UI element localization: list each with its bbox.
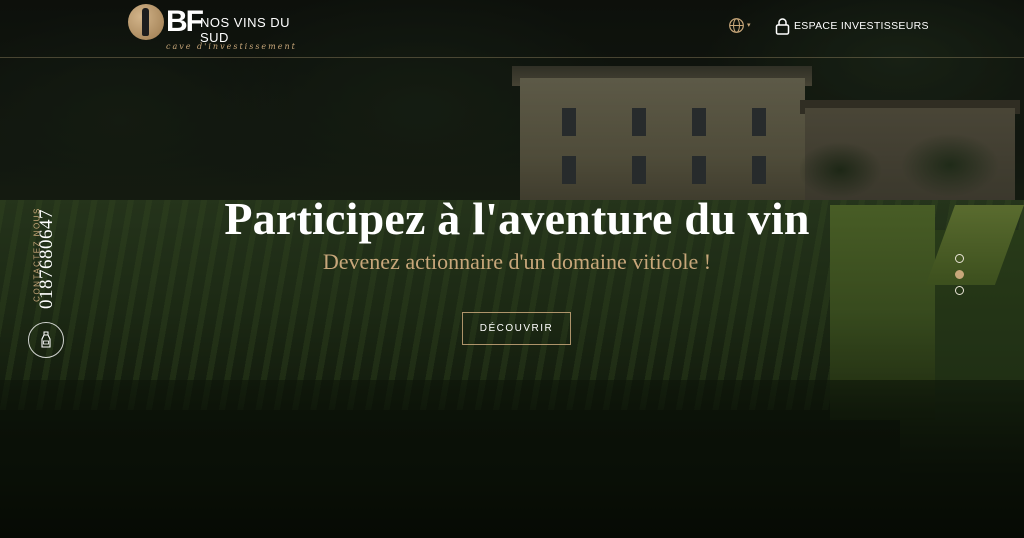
- discover-button[interactable]: DÉCOUVRIR: [462, 312, 571, 345]
- language-selector[interactable]: ▾: [728, 16, 756, 36]
- slider-dot-3[interactable]: [955, 286, 964, 295]
- wine-bottle-icon: [41, 331, 51, 348]
- logo-initials: BF: [166, 5, 204, 38]
- globe-icon: [729, 18, 744, 33]
- contact-rail: CONTACTEZ NOUS 0187680647: [22, 200, 62, 315]
- logo[interactable]: BF NOS VINS DU SUD cave d'investissement: [128, 4, 313, 54]
- slider-dot-2[interactable]: [955, 270, 964, 279]
- site-header: BF NOS VINS DU SUD cave d'investissement…: [0, 0, 1024, 58]
- slider-pagination: [955, 254, 965, 298]
- investors-area-link[interactable]: ESPACE INVESTISSEURS: [775, 16, 929, 36]
- slider-dot-1[interactable]: [955, 254, 964, 263]
- hero-title: Participez à l'aventure du vin: [224, 193, 810, 244]
- logo-tagline: cave d'investissement: [166, 42, 297, 51]
- logo-name: NOS VINS DU SUD: [200, 15, 291, 45]
- lock-icon: [775, 17, 790, 35]
- hero-subtitle: Devenez actionnaire d'un domaine viticol…: [322, 249, 712, 274]
- logo-bottle-icon: [128, 4, 164, 40]
- contact-button[interactable]: [28, 322, 64, 358]
- contact-phone[interactable]: 0187680647: [36, 189, 58, 329]
- chevron-down-icon: ▾: [747, 22, 751, 29]
- investors-label: ESPACE INVESTISSEURS: [794, 20, 929, 32]
